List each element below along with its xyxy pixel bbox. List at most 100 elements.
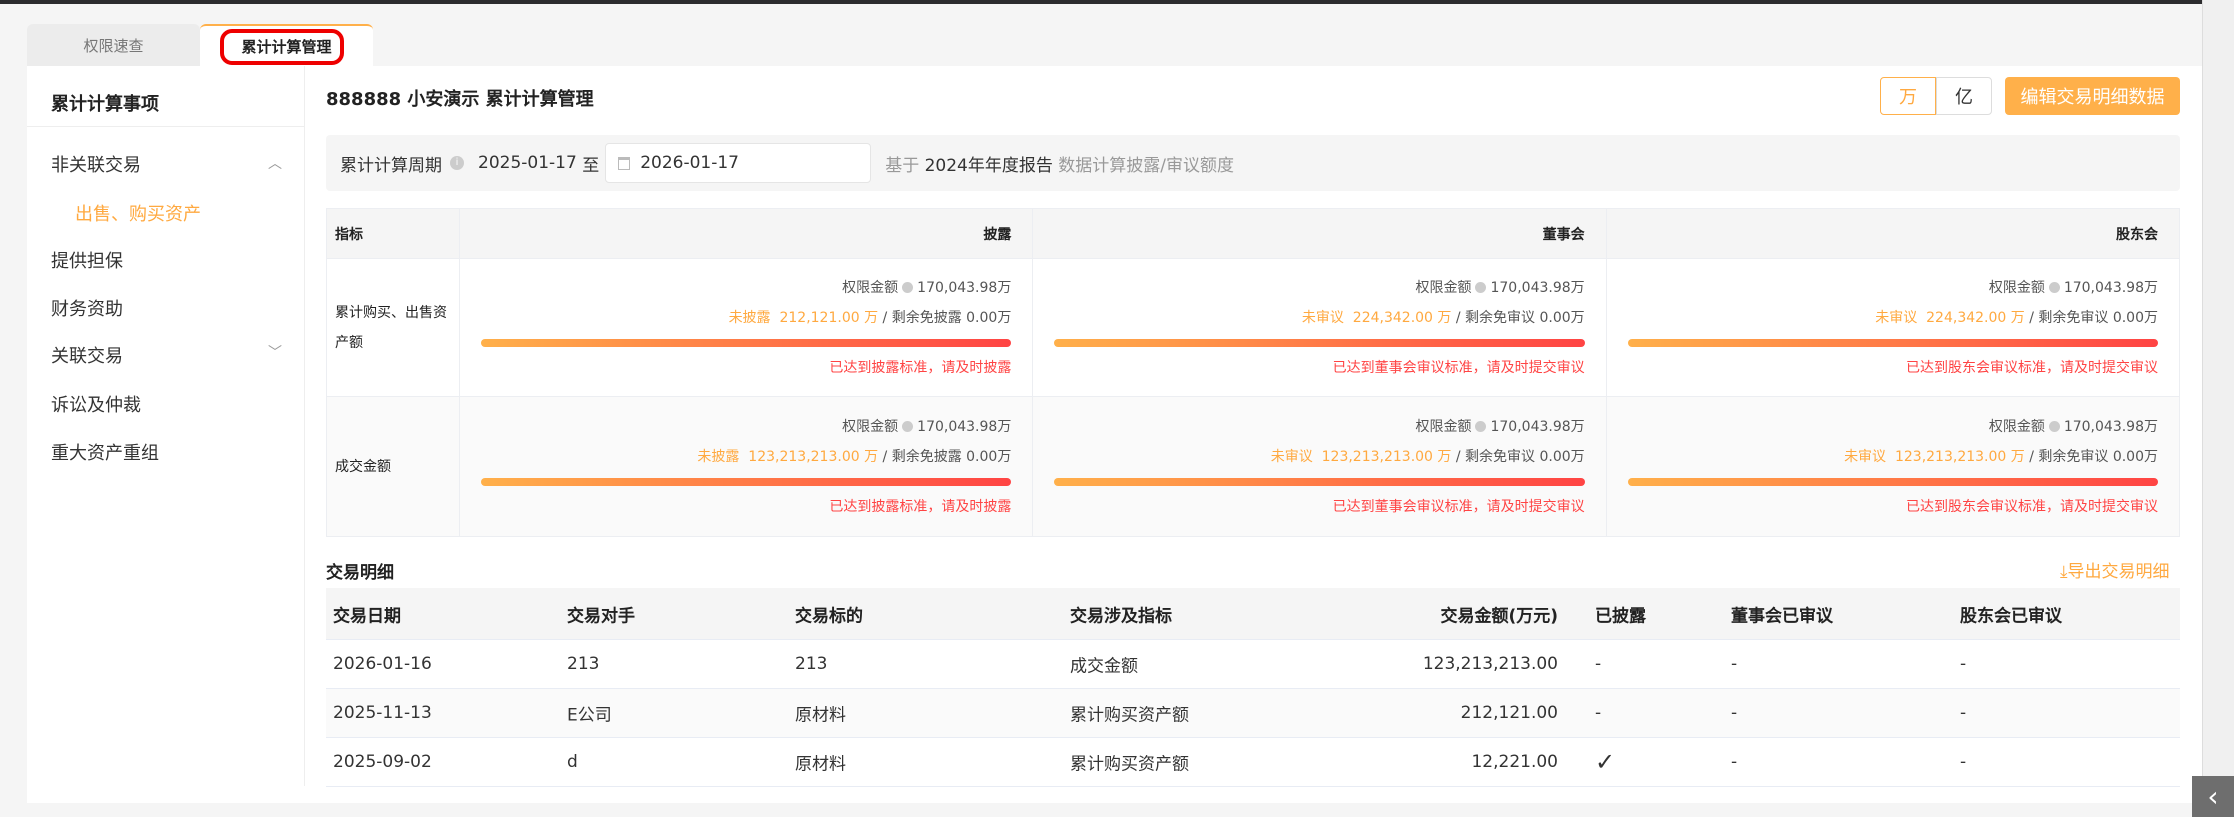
edit-details-button[interactable]: 编辑交易明细数据 [2005, 77, 2180, 115]
limit-value: 170,043.98万 [2063, 279, 2158, 296]
status-amount: 123,213,213.00 万 [1894, 448, 2025, 465]
col-header: 交易涉及指标 [1070, 606, 1172, 626]
status-amount: 224,342.00 万 [1926, 309, 2025, 326]
summary-cell: 权限金额 170,043.98万 未披露 123,213,213.00 万 / 剩… [458, 396, 1034, 537]
limit-value: 170,043.98万 [917, 418, 1012, 435]
table-cell: - [1595, 654, 1602, 674]
sidebar-item-related[interactable]: 关联交易 [51, 342, 123, 368]
status-label: 未审议 [1844, 448, 1887, 465]
status-label: 未审议 [1270, 448, 1313, 465]
scrollbar[interactable] [2202, 0, 2234, 817]
table-cell: 累计购买资产额 [1070, 754, 1189, 775]
unit-wan-toggle[interactable]: 万 [1880, 77, 1936, 115]
table-cell: 2026-01-16 [333, 654, 432, 674]
col-header: 股东会 [1605, 208, 2181, 259]
table-cell: - [1731, 703, 1738, 723]
warning-text: 已达到董事会审议标准，请及时提交审议 [1332, 498, 1585, 515]
tab-permission-lookup[interactable]: 权限速查 [27, 24, 200, 66]
table-cell: 2025-11-13 [333, 703, 432, 723]
limit-value: 170,043.98万 [1490, 418, 1585, 435]
download-icon: ⤓ [2060, 562, 2068, 582]
limit-label: 权限金额 [1988, 418, 2045, 435]
limit-label: 权限金额 [842, 418, 899, 435]
limit-label: 权限金额 [842, 279, 899, 296]
divider [27, 126, 305, 127]
progress-bar [1627, 338, 2158, 347]
sidebar-item-non-related[interactable]: 非关联交易 [51, 151, 141, 177]
table-cell: 213 [795, 654, 828, 674]
progress-bar [1054, 477, 1585, 486]
warning-text: 已达到披露标准，请及时披露 [829, 498, 1012, 515]
remain-text: / 剩余免审议 0.00万 [1455, 309, 1585, 326]
status-amount: 123,213,213.00 万 [748, 448, 879, 465]
summary-row: 累计购买、出售资产额 权限金额 170,043.98万 未披露 212,121.0… [326, 258, 2181, 397]
table-cell: - [1960, 654, 1967, 674]
collapse-chevron-left-icon[interactable]: ‹ [2192, 776, 2234, 817]
col-header: 已披露 [1595, 606, 1646, 626]
remain-text: / 剩余免审议 0.00万 [1455, 448, 1585, 465]
page-title: 888888 小安演示 累计计算管理 [326, 89, 594, 110]
table-cell: E公司 [567, 705, 612, 726]
table-cell: 原材料 [795, 754, 846, 775]
info-icon[interactable] [2048, 420, 2060, 432]
status-label: 未审议 [1875, 309, 1918, 326]
period-bar: 累计计算周期 i 2025-01-17 至 2026-01-17 基于 2024… [326, 135, 2180, 191]
table-cell: 12,221.00 [1471, 752, 1558, 772]
summary-cell: 权限金额 170,043.98万 未审议 224,342.00 万 / 剩余免审议… [1032, 258, 1607, 397]
period-to: 至 [582, 155, 600, 176]
export-details-link[interactable]: ⤓导出交易明细 [2060, 557, 2170, 582]
table-cell: 原材料 [795, 705, 846, 726]
warning-text: 已达到披露标准，请及时披露 [829, 359, 1012, 376]
limit-value: 170,043.98万 [2063, 418, 2158, 435]
table-cell: d [567, 752, 578, 772]
col-header: 披露 [458, 208, 1034, 259]
info-icon[interactable] [1475, 281, 1487, 293]
col-header: 交易标的 [795, 606, 863, 626]
status-amount: 224,342.00 万 [1352, 309, 1452, 326]
end-date-input[interactable]: 2026-01-17 [605, 143, 872, 183]
summary-cell: 权限金额 170,043.98万 未披露 212,121.00 万 / 剩余免披露… [458, 258, 1034, 397]
table-cell: - [1595, 703, 1602, 723]
sidebar-item-guarantee[interactable]: 提供担保 [51, 247, 123, 273]
info-icon[interactable]: i [450, 156, 464, 170]
sidebar-item-financial-aid[interactable]: 财务资助 [51, 295, 123, 321]
summary-row: 成交金额 权限金额 170,043.98万 未披露 123,213,213.00 … [326, 396, 2181, 537]
table-cell: 成交金额 [1070, 656, 1138, 677]
period-start: 2025-01-17 [478, 153, 577, 173]
sidebar-item-sell-buy-assets[interactable]: 出售、购买资产 [75, 200, 201, 226]
remain-text: / 剩余免披露 0.00万 [882, 309, 1012, 326]
sidebar-item-litigation[interactable]: 诉讼及仲裁 [51, 391, 141, 417]
col-header: 董事会已审议 [1731, 606, 1833, 626]
basis-report: 2024年年度报告 [924, 155, 1053, 176]
info-icon[interactable] [2048, 281, 2060, 293]
col-header: 指标 [326, 208, 460, 259]
limit-value: 170,043.98万 [1490, 279, 1585, 296]
basis-suffix: 数据计算披露/审议额度 [1058, 155, 1235, 176]
tab-cumulative-calc[interactable]: 累计计算管理 [200, 24, 373, 66]
chevron-up-icon[interactable]: ︿ [268, 153, 282, 173]
info-icon[interactable] [1475, 420, 1487, 432]
table-cell: ✓ [1595, 748, 1616, 776]
summary-cell: 权限金额 170,043.98万 未审议 224,342.00 万 / 剩余免审议… [1605, 258, 2181, 397]
summary-table: 指标 披露 董事会 股东会 累计购买、出售资产额 权限金额 170,043.98万 未披… [326, 208, 2181, 537]
info-icon[interactable] [902, 281, 914, 293]
period-label: 累计计算周期 [340, 155, 442, 176]
summary-cell: 权限金额 170,043.98万 未审议 123,213,213.00 万 / 剩… [1032, 396, 1607, 537]
sidebar-item-restructuring[interactable]: 重大资产重组 [51, 439, 159, 465]
unit-yi-toggle[interactable]: 亿 [1936, 77, 1992, 115]
limit-label: 权限金额 [1988, 279, 2045, 296]
table-cell: 212,121.00 [1460, 703, 1558, 723]
remain-text: / 剩余免审议 0.00万 [2029, 448, 2158, 465]
indicator-cell: 成交金额 [326, 396, 460, 537]
col-header: 交易对手 [567, 606, 635, 626]
progress-bar [1054, 338, 1585, 347]
col-header: 董事会 [1032, 208, 1607, 259]
chevron-down-icon[interactable]: ﹀ [268, 342, 282, 362]
status-amount: 212,121.00 万 [779, 309, 879, 326]
window-top-bar [0, 0, 2234, 4]
info-icon[interactable] [902, 420, 914, 432]
table-cell: - [1960, 752, 1967, 772]
limit-value: 170,043.98万 [917, 279, 1012, 296]
table-header: 交易日期 交易对手 交易标的 交易涉及指标 交易金额(万元) 已披露 董事会已审议 股东会已审… [326, 588, 2180, 640]
table-cell: - [1960, 703, 1967, 723]
